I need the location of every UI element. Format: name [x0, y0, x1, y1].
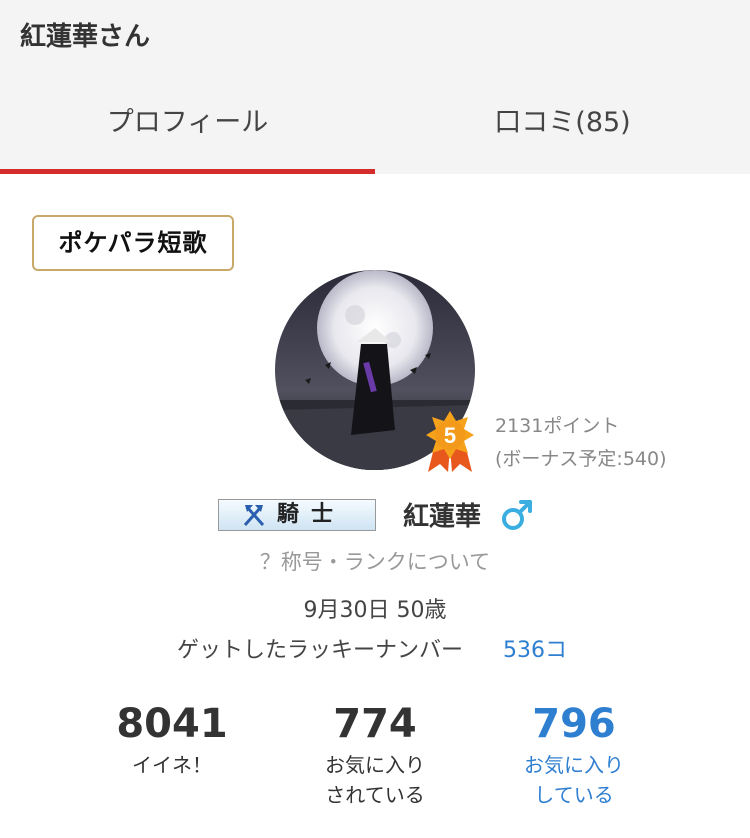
- favoriting-label-2: している: [534, 783, 614, 807]
- lucky-number-count[interactable]: 536コ: [503, 632, 567, 664]
- favorited-by-label-1: お気に入り: [325, 753, 425, 777]
- male-icon: [500, 497, 536, 533]
- active-tab-indicator: [0, 169, 375, 174]
- points-info: 2131ポイント (ボーナス予定:540): [495, 410, 667, 476]
- rank-info-link[interactable]: ？称号・ランクについて: [0, 546, 750, 576]
- rank-title: 騎士: [277, 502, 346, 527]
- favorited-by-count: 774: [333, 701, 417, 747]
- header: 紅蓮華さん プロフィール 口コミ(85): [0, 0, 750, 174]
- likes-stat[interactable]: 8041 イイネ！: [77, 700, 267, 780]
- tab-profile[interactable]: プロフィール: [0, 88, 375, 174]
- level-badge: 5: [424, 408, 476, 474]
- favorited-by-stat[interactable]: 774 お気に入り されている: [280, 700, 470, 810]
- likes-count: 8041: [116, 701, 228, 747]
- favoriting-stat[interactable]: 796 お気に入り している: [479, 700, 669, 810]
- level-number: 5: [444, 423, 456, 448]
- points-value: 2131ポイント: [495, 415, 620, 437]
- tab-reviews[interactable]: 口コミ(85): [375, 88, 750, 174]
- username: 紅蓮華: [403, 502, 482, 532]
- favorited-by-label-2: されている: [325, 783, 425, 807]
- favoriting-count: 796: [532, 701, 616, 747]
- favoriting-label-1: お気に入り: [524, 753, 624, 777]
- bonus-value: (ボーナス予定:540): [495, 448, 667, 470]
- lucky-number-label: ゲットしたラッキーナンバー: [177, 638, 464, 663]
- page-title: 紅蓮華さん: [20, 22, 151, 52]
- crossed-axes-icon: [243, 505, 265, 526]
- rank-plate: 騎士: [218, 499, 376, 531]
- likes-label: イイネ！: [132, 753, 212, 777]
- birthday-age: 9月30日 50歳: [303, 598, 447, 623]
- tanka-badge[interactable]: ポケパラ短歌: [32, 215, 234, 271]
